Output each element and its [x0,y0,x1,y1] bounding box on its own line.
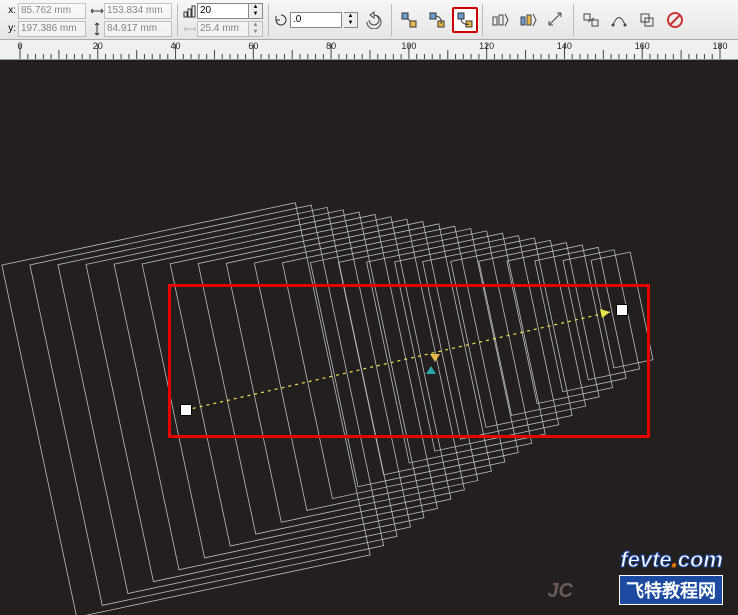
rotation-group: .0 ▲▼ [272,12,360,28]
color-accel-button[interactable] [515,7,541,33]
x-position-input[interactable]: 85.762 mm [18,3,86,19]
position-group: x: 85.762 mm y: 197.386 mm [2,3,88,37]
property-bar: x: 85.762 mm y: 197.386 mm 153.834 mm 84… [0,0,738,40]
svg-text:0: 0 [17,41,22,51]
svg-text:120: 120 [479,41,494,51]
start-end-props-button[interactable] [578,7,604,33]
height-icon [90,22,104,36]
x-label: x: [4,5,18,16]
width-icon [90,4,104,18]
svg-text:140: 140 [557,41,572,51]
svg-text:40: 40 [171,41,181,51]
svg-text:60: 60 [248,41,258,51]
clear-blend-button[interactable] [662,7,688,33]
copy-blend-button[interactable] [634,7,660,33]
blend-end-handle[interactable] [616,304,628,316]
drawing-canvas[interactable]: JC fevte.com 飞特教程网 [0,60,738,615]
watermark-brand-right: com [678,547,723,572]
clockwise-blend-button[interactable] [424,7,450,33]
rotation-spinner[interactable]: ▲▼ [344,12,358,28]
accel-marker-top[interactable] [430,354,440,362]
y-position-input[interactable]: 197.386 mm [18,21,86,37]
svg-text:160: 160 [635,41,650,51]
watermark-brand-left: fevte [620,547,671,572]
watermark: fevte.com 飞特教程网 [619,547,723,605]
svg-text:100: 100 [401,41,416,51]
height-input[interactable]: 84.917 mm [104,21,172,37]
steps-spinner[interactable]: ▲▼ [249,3,263,19]
horizontal-ruler: 0 20 40 60 80 100 120 140 160 180 [0,40,738,60]
blend-steps-group: 20 ▲▼ 25.4 mm ▲▼ [181,3,265,37]
counterclockwise-blend-button[interactable] [452,7,478,33]
svg-text:20: 20 [93,41,103,51]
accel-marker-bottom[interactable] [426,366,436,374]
loop-blend-button[interactable] [361,7,387,33]
width-input[interactable]: 153.834 mm [104,3,172,19]
svg-text:180: 180 [712,41,727,51]
object-accel-button[interactable] [487,7,513,33]
direct-blend-button[interactable] [396,7,422,33]
accel-sizing-button[interactable] [543,7,569,33]
steps-icon [183,4,197,18]
rotation-icon [274,13,288,27]
spacing-icon [183,22,197,36]
path-props-button[interactable] [606,7,632,33]
steps-input[interactable]: 20 [197,3,249,19]
spacing-spinner[interactable]: ▲▼ [249,21,263,37]
watermark-subtitle: 飞特教程网 [619,575,723,605]
svg-text:80: 80 [326,41,336,51]
rotation-input[interactable]: .0 [290,12,342,28]
annotation-highlight-box [168,284,650,438]
y-label: y: [4,23,18,34]
size-group: 153.834 mm 84.917 mm [88,3,174,37]
blend-start-handle[interactable] [180,404,192,416]
spacing-input[interactable]: 25.4 mm [197,21,249,37]
watermark-side: JC [547,580,573,603]
